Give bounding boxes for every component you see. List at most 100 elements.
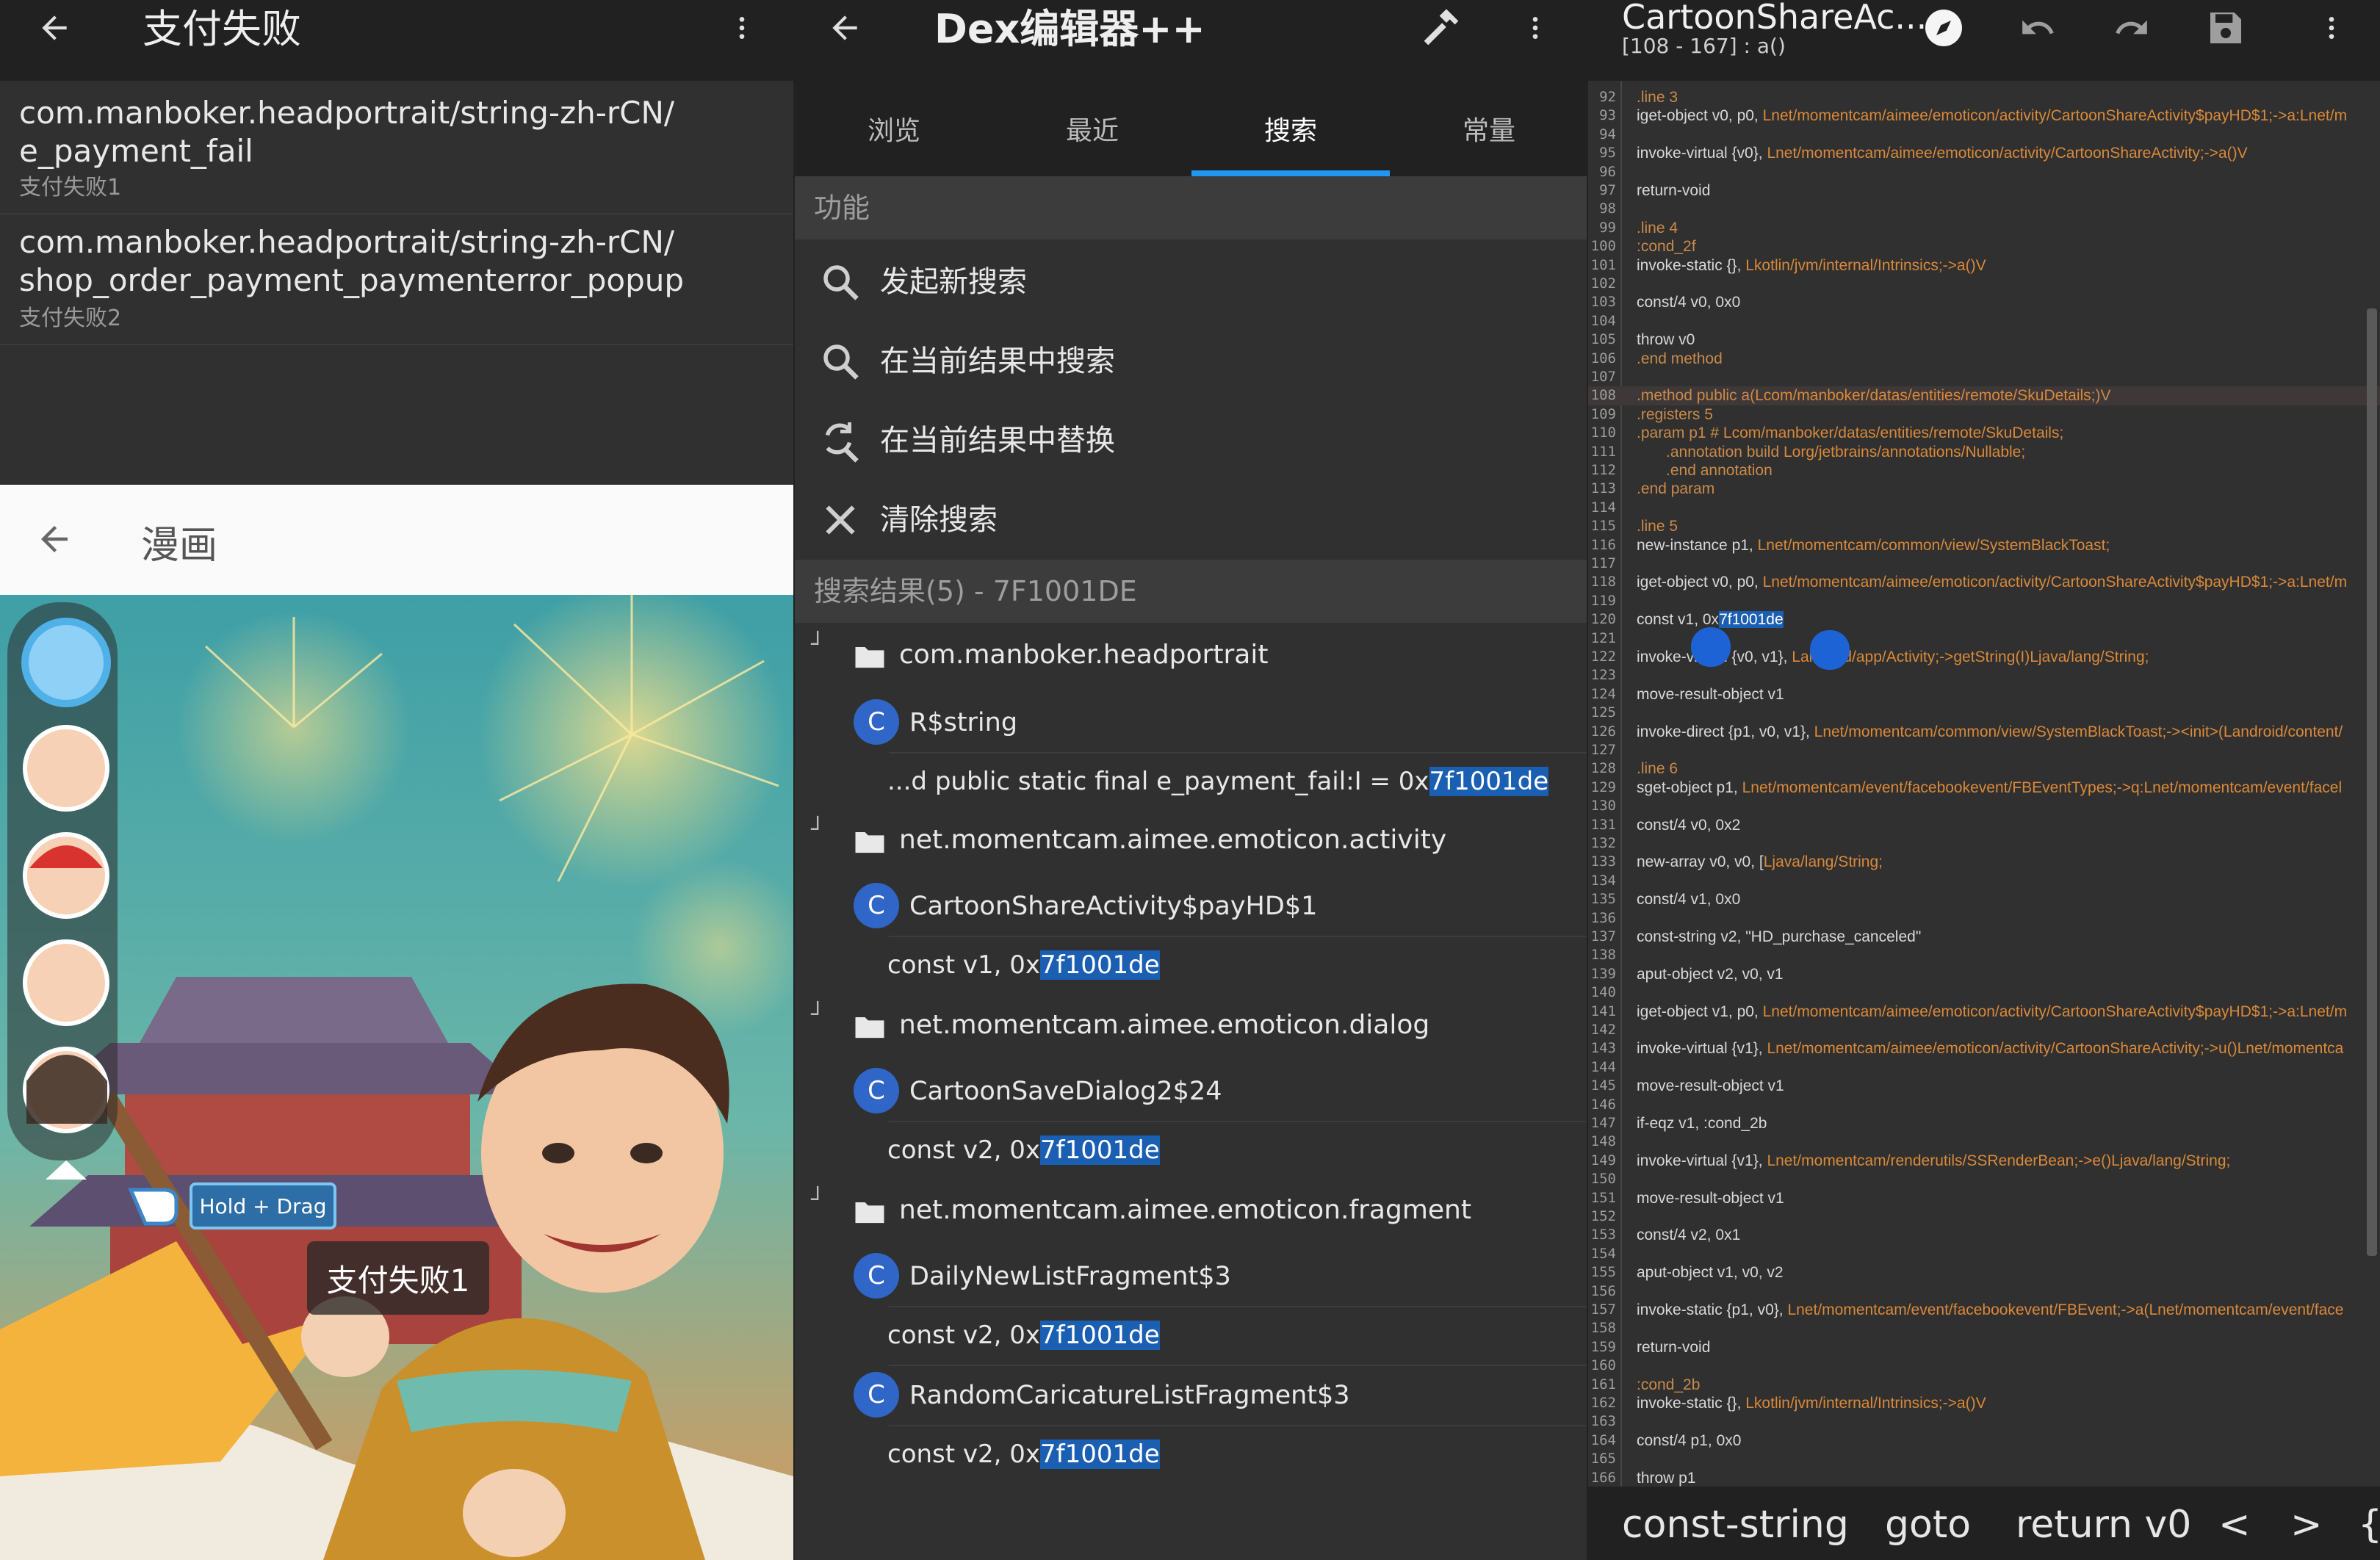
code-line[interactable]: 100:cond_2f	[1588, 237, 2380, 256]
tab-browse[interactable]: 浏览	[795, 81, 993, 176]
code-line[interactable]: 110 .param p1 # Lcom/manboker/datas/entit…	[1588, 424, 2380, 442]
clear-search-button[interactable]: 清除搜索	[795, 480, 1587, 560]
code-line[interactable]: 159 return-void	[1588, 1338, 2380, 1357]
selection-handle[interactable]	[1810, 630, 1850, 670]
replace-in-results-button[interactable]: 在当前结果中替换	[795, 401, 1587, 480]
code-line[interactable]: 105 throw v0	[1588, 331, 2380, 349]
code-line[interactable]: 123	[1588, 666, 2380, 685]
code-line[interactable]: 113 .end param	[1588, 480, 2380, 498]
selection-handle[interactable]	[1691, 627, 1731, 667]
code-line[interactable]: 130	[1588, 797, 2380, 815]
code-line[interactable]: 104	[1588, 312, 2380, 331]
code-line[interactable]: 120 const v1, 0x7f1001de	[1588, 610, 2380, 629]
search-in-results-button[interactable]: 在当前结果中搜索	[795, 322, 1587, 401]
back-arrow-icon[interactable]	[821, 4, 868, 51]
code-line[interactable]: 93 iget-object v0, p0, Lnet/momentcam/aim…	[1588, 106, 2380, 125]
code-line[interactable]: 131 const/4 v0, 0x2	[1588, 816, 2380, 834]
compass-icon[interactable]	[1920, 4, 1967, 51]
shortcut-return[interactable]: return v0	[2016, 1503, 2191, 1547]
code-line[interactable]: 136	[1588, 909, 2380, 928]
code-line[interactable]: 165	[1588, 1450, 2380, 1468]
collapse-icon[interactable]: ┘	[811, 817, 824, 842]
code-line[interactable]: 102	[1588, 275, 2380, 293]
redo-icon[interactable]	[2108, 4, 2155, 51]
code-line[interactable]: 115 .line 5	[1588, 517, 2380, 535]
code-line[interactable]: 116 new-instance p1, Lnet/momentcam/commo…	[1588, 536, 2380, 555]
shortcut-gt[interactable]: >	[2290, 1503, 2323, 1547]
code-line[interactable]: 117	[1588, 555, 2380, 573]
code-line[interactable]: 160	[1588, 1357, 2380, 1375]
code-line[interactable]: 163	[1588, 1412, 2380, 1431]
code-line[interactable]: 161:cond_2b	[1588, 1376, 2380, 1394]
shortcut-goto[interactable]: goto	[1885, 1503, 1971, 1547]
code-line[interactable]: 166 throw p1	[1588, 1469, 2380, 1487]
result-class-row[interactable]: C CartoonShareActivity$payHD$1	[795, 875, 1587, 937]
undo-icon[interactable]	[2014, 4, 2061, 51]
tab-search[interactable]: 搜索	[1191, 81, 1390, 176]
overflow-menu-icon[interactable]	[2308, 4, 2355, 51]
scrollbar[interactable]	[2367, 308, 2377, 1256]
code-line[interactable]: 109 .registers 5	[1588, 405, 2380, 424]
code-line[interactable]: 147 if-eqz v1, :cond_2b	[1588, 1114, 2380, 1133]
result-match-row[interactable]: const v1, 0x7f1001de	[795, 934, 1587, 996]
code-line[interactable]: 95 invoke-virtual {v0}, Lnet/momentcam/ai…	[1588, 144, 2380, 162]
overflow-menu-icon[interactable]	[718, 4, 765, 51]
code-line[interactable]: 119	[1588, 592, 2380, 610]
tab-recent[interactable]: 最近	[993, 81, 1191, 176]
code-line[interactable]: 128 .line 6	[1588, 759, 2380, 778]
code-line[interactable]: 143 invoke-virtual {v1}, Lnet/momentcam/a…	[1588, 1039, 2380, 1058]
code-line[interactable]: 140	[1588, 983, 2380, 1002]
code-line[interactable]: 138	[1588, 946, 2380, 964]
code-line[interactable]: 141 iget-object v1, p0, Lnet/momentcam/ai…	[1588, 1003, 2380, 1021]
code-line[interactable]: 154	[1588, 1245, 2380, 1263]
collapse-icon[interactable]: ┘	[811, 1187, 824, 1213]
code-line[interactable]: 108 .method public a(Lcom/manboker/datas/…	[1588, 386, 2380, 405]
code-line[interactable]: 126 invoke-direct {p1, v0, v1}, Lnet/mome…	[1588, 723, 2380, 741]
code-line[interactable]: 114	[1588, 499, 2380, 517]
code-line[interactable]: 162 invoke-static {}, Lkotlin/jvm/interna…	[1588, 1394, 2380, 1412]
code-line[interactable]: 133 new-array v0, v0, [Ljava/lang/String;	[1588, 853, 2380, 871]
code-line[interactable]: 135 const/4 v1, 0x0	[1588, 890, 2380, 909]
code-line[interactable]: 129 sget-object p1, Lnet/momentcam/event/…	[1588, 779, 2380, 797]
back-arrow-icon[interactable]	[31, 4, 78, 51]
code-line[interactable]: 151 move-result-object v1	[1588, 1189, 2380, 1207]
code-line[interactable]: 107	[1588, 368, 2380, 386]
code-line[interactable]: 145 move-result-object v1	[1588, 1077, 2380, 1095]
code-editor[interactable]: 92 .line 3 93 iget-object v0, p0, Lnet/mome…	[1588, 81, 2380, 1487]
result-match-row[interactable]: const v2, 0x7f1001de	[795, 1423, 1587, 1485]
code-line[interactable]: 106 .end method	[1588, 350, 2380, 368]
result-class-row[interactable]: C CartoonSaveDialog2$24	[795, 1061, 1587, 1122]
result-package-row[interactable]: ┘ net.momentcam.aimee.emoticon.activity	[795, 811, 1587, 873]
code-line[interactable]: 149 invoke-virtual {v1}, Lnet/momentcam/r…	[1588, 1152, 2380, 1170]
shortcut-brace[interactable]: {	[2358, 1503, 2380, 1547]
result-class-row[interactable]: C DailyNewListFragment$3	[795, 1246, 1587, 1307]
result-match-row[interactable]: const v2, 0x7f1001de	[795, 1304, 1587, 1366]
code-line[interactable]: 98	[1588, 200, 2380, 218]
code-line[interactable]: 134	[1588, 872, 2380, 890]
code-line[interactable]: 125	[1588, 704, 2380, 722]
result-match-row[interactable]: const v2, 0x7f1001de	[795, 1119, 1587, 1181]
overflow-menu-icon[interactable]	[1512, 4, 1559, 51]
code-line[interactable]: 101 invoke-static {}, Lkotlin/jvm/interna…	[1588, 256, 2380, 275]
shortcut-lt[interactable]: <	[2218, 1503, 2251, 1547]
result-package-row[interactable]: ┘ net.momentcam.aimee.emoticon.fragment	[795, 1181, 1587, 1243]
shortcut-const-string[interactable]: const-string	[1622, 1503, 1849, 1547]
code-line[interactable]: 118 iget-object v0, p0, Lnet/momentcam/ai…	[1588, 573, 2380, 591]
back-arrow-icon[interactable]	[31, 516, 78, 563]
code-line[interactable]: 112 .end annotation	[1588, 461, 2380, 480]
code-line[interactable]: 150	[1588, 1170, 2380, 1188]
code-line[interactable]: 157 invoke-static {p1, v0}, Lnet/momentca…	[1588, 1301, 2380, 1319]
code-line[interactable]: 139 aput-object v2, v0, v1	[1588, 965, 2380, 983]
code-line[interactable]: 137 const-string v2, "HD_purchase_cancele…	[1588, 928, 2380, 946]
code-line[interactable]: 164 const/4 p1, 0x0	[1588, 1431, 2380, 1450]
code-line[interactable]: 99 .line 4	[1588, 219, 2380, 237]
code-line[interactable]: 92 .line 3	[1588, 88, 2380, 106]
tab-constants[interactable]: 常量	[1390, 81, 1587, 176]
save-icon[interactable]	[2202, 4, 2249, 51]
result-package-row[interactable]: ┘ com.manboker.headportrait	[795, 626, 1587, 687]
code-line[interactable]: 158	[1588, 1319, 2380, 1337]
code-line[interactable]: 103 const/4 v0, 0x0	[1588, 293, 2380, 311]
code-line[interactable]: 132	[1588, 834, 2380, 853]
result-class-row[interactable]: C RandomCaricatureListFragment$3	[795, 1365, 1587, 1426]
code-line[interactable]: 152	[1588, 1207, 2380, 1226]
